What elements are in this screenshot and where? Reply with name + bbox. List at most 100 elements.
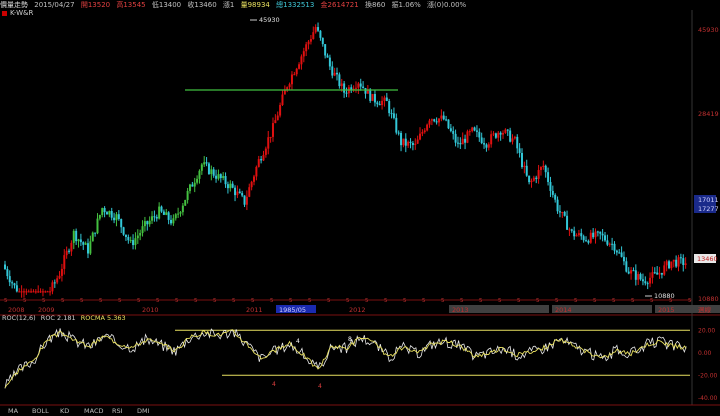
candle-body [34,291,37,293]
candle-body [615,250,618,253]
month-tick: 5 [422,298,426,304]
roc-axis-label: 20.00 [698,327,715,334]
month-tick: 5 [536,298,540,304]
candle-body [132,240,135,246]
candle-body [547,172,550,182]
candle-body [314,27,317,33]
candle-body [544,165,547,173]
candle-body [558,211,561,213]
candle-body [345,92,348,94]
candle-body [402,138,405,146]
candle-body [354,87,357,89]
candle-body [253,176,256,182]
candle-body [41,291,44,293]
month-tick: 5 [194,298,198,304]
candle-body [516,136,519,149]
month-tick: 5 [137,298,141,304]
candle-body [532,177,535,181]
candle-body [167,212,170,220]
candle-body [317,27,320,31]
candle-body [4,264,6,270]
tab-ma[interactable]: MA [8,406,18,416]
tab-dmi[interactable]: DMI [137,406,150,416]
price-label-mid: 28419 [698,110,719,118]
candle-body [262,154,265,161]
candle-body [606,240,609,245]
tab-macd[interactable]: MACD [84,406,103,416]
candle-body [226,184,229,189]
candle-body [464,138,467,143]
candle-body [105,212,108,215]
month-tick: 5 [688,298,692,304]
candle-body [528,175,531,183]
tab-kd[interactable]: KD [60,406,69,416]
candle-body [471,127,474,132]
candle-body [461,138,464,145]
candle-body [338,74,341,87]
candle-body [445,119,448,121]
candle-body [101,208,104,215]
candle-body [649,277,652,284]
candle-body [392,113,395,118]
candle-body [677,257,680,267]
candle-body [115,214,118,221]
candle-body [49,291,52,293]
price-tag-a: 17011 [698,196,719,204]
candle-body [675,259,678,267]
candle-body [359,83,362,87]
candle-body [568,229,571,231]
candle-body [77,239,80,242]
candle-body [305,44,308,52]
candle-body [65,250,68,256]
candle-body [563,212,566,216]
candle-body [248,187,251,197]
candle-body [601,233,604,236]
candle-body [172,218,175,224]
tab-rsi[interactable]: RSI [112,406,123,416]
candle-body [535,177,538,179]
candle-body [504,129,507,133]
current-price-tag: 13460 [697,255,718,263]
month-tick: 5 [365,298,369,304]
candle-body [589,232,592,243]
month-tick: 5 [479,298,483,304]
year-label: 2013 [452,306,469,314]
candle-body [520,153,523,168]
month-tick: 5 [42,298,46,304]
price-chart[interactable]: 4593010880459302841917011172771346010880… [0,0,720,416]
candle-body [556,199,559,212]
candle-body [298,64,301,69]
candle-body [326,55,329,58]
candle-body [60,268,63,276]
candle-body [94,232,97,234]
candle-body [449,128,452,132]
candle-body [459,142,462,145]
tab-boll[interactable]: BOLL [32,406,49,416]
candle-body [212,169,215,176]
month-tick: 5 [4,298,8,304]
candle-body [37,291,40,293]
month-tick: 5 [460,298,464,304]
candle-body [11,282,14,284]
candle-body [264,148,267,155]
year-label: 2009 [38,306,55,314]
month-tick: 5 [156,298,160,304]
candle-body [110,211,113,218]
candle-body [684,263,687,265]
candle-body [124,234,127,238]
candle-body [511,138,514,142]
candle-body [236,191,239,196]
year-label: 2010 [142,306,159,314]
candle-body [603,235,606,241]
candle-body [646,283,649,285]
candle-body [539,167,542,171]
roc-axis-label: -20.00 [698,372,718,379]
candle-body [98,214,101,219]
candle-body [596,231,599,233]
candle-body [79,239,82,243]
candle-body [184,199,187,206]
candle-body [452,131,455,134]
candle-body [611,243,614,245]
candle-body [419,133,422,140]
candle-body [670,261,673,269]
